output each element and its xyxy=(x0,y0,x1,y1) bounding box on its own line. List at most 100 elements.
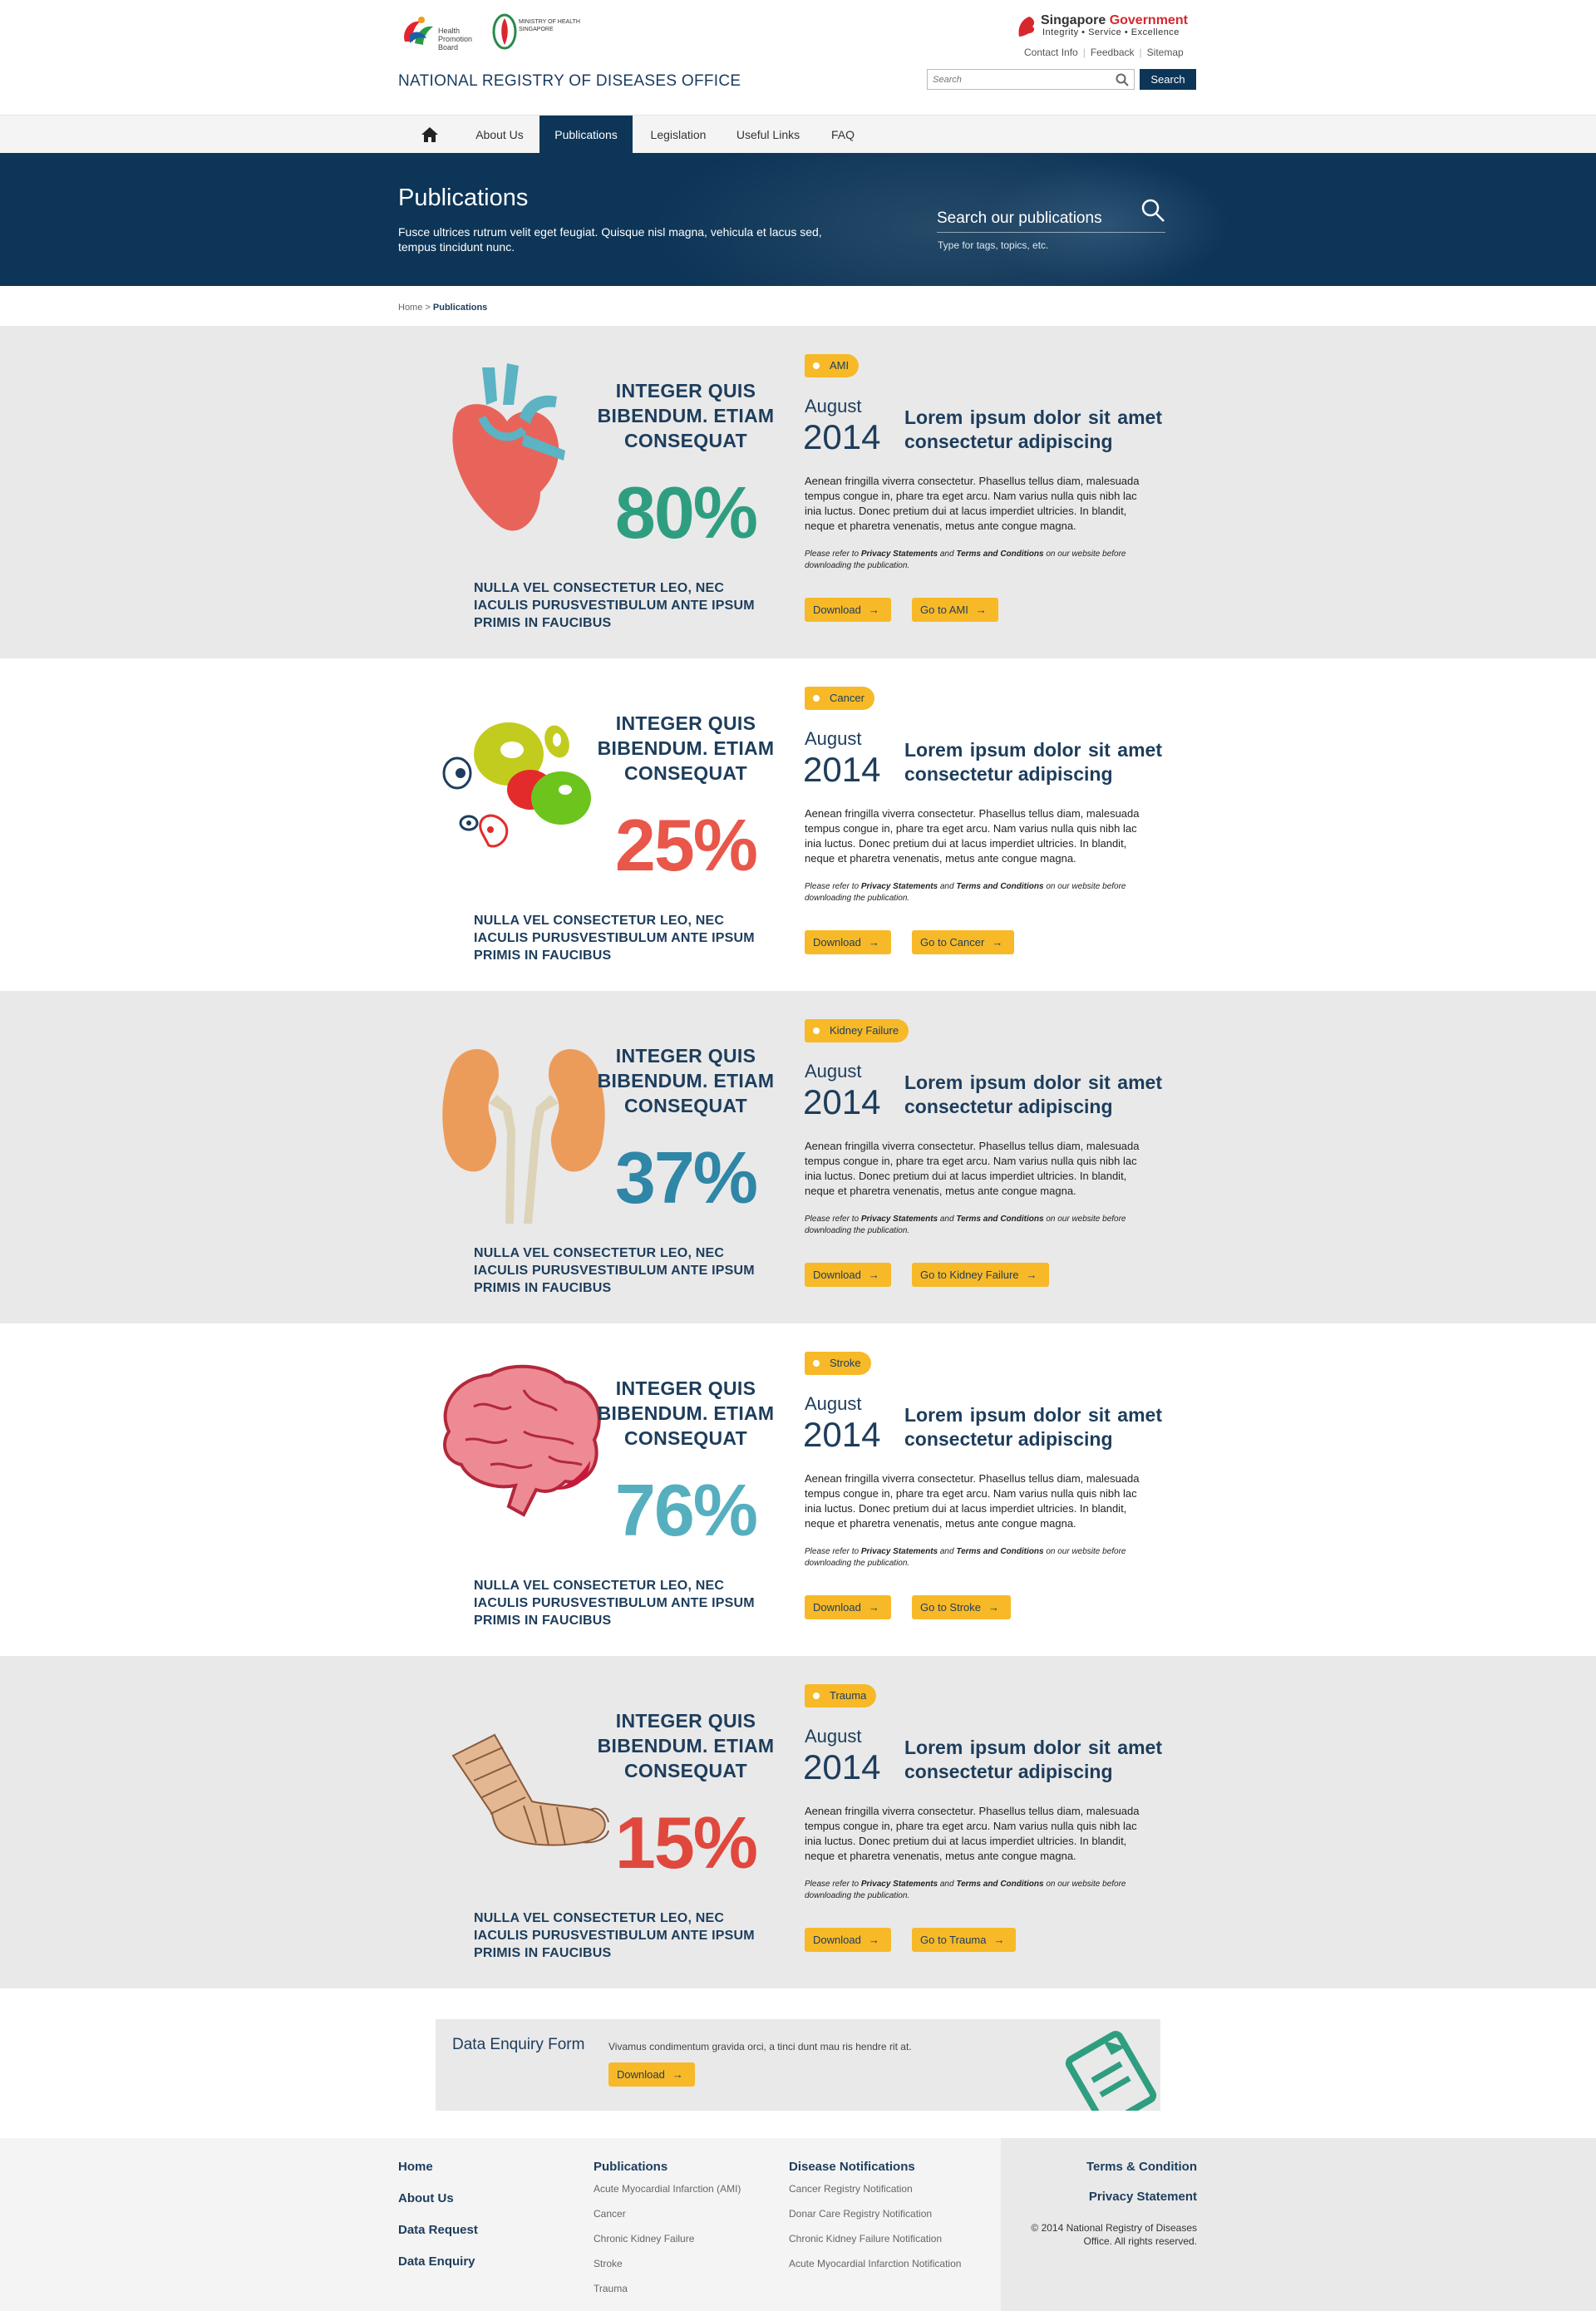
footer-link[interactable]: Acute Myocardial Infarction Notification xyxy=(789,2257,972,2270)
download-button[interactable]: Download → xyxy=(805,930,891,954)
download-button[interactable]: Download → xyxy=(805,1595,891,1619)
stat-heading: INTEGER QUIS BIBENDUM. ETIAM CONSEQUAT xyxy=(597,712,775,784)
footer-publications-heading[interactable]: Publications xyxy=(594,2160,741,2174)
sg-gov-title: Singapore Government xyxy=(1041,13,1188,28)
note-text: Please refer to xyxy=(805,549,861,559)
moh-logo[interactable]: MINISTRY OF HEALTH SINGAPORE xyxy=(492,13,584,52)
publication-year: 2014 xyxy=(803,417,881,456)
publication-description: Aenean fringilla viverra consectetur. Ph… xyxy=(805,475,1140,532)
footer-link[interactable]: Chronic Kidney Failure Notification xyxy=(789,2232,972,2245)
contact-info-link[interactable]: Contact Info xyxy=(1024,47,1078,58)
sitemap-link[interactable]: Sitemap xyxy=(1147,47,1184,58)
category-tag[interactable]: Trauma xyxy=(805,1684,877,1707)
singapore-government-logo[interactable]: Singapore Government Integrity • Service… xyxy=(1016,13,1199,40)
publication-title: Lorem ipsum dolor sit amet consectetur a… xyxy=(904,739,1162,785)
hpb-logo[interactable]: Health Promotion Board xyxy=(398,13,477,52)
footer-link[interactable]: Acute Myocardial Infarction (AMI) xyxy=(594,2182,741,2195)
download-button[interactable]: Download → xyxy=(805,598,891,622)
category-tag[interactable]: Kidney Failure xyxy=(805,1019,909,1042)
nav-useful-links[interactable]: Useful Links xyxy=(727,116,809,154)
publication-month: August xyxy=(805,396,862,416)
goto-label: Go to Kidney Failure xyxy=(920,1269,1019,1281)
privacy-statements-link[interactable]: Privacy Statements xyxy=(861,1880,938,1889)
footer-link[interactable]: Donar Care Registry Notification xyxy=(789,2207,972,2220)
category-tag[interactable]: Cancer xyxy=(805,687,874,710)
stat-value: 76% xyxy=(614,1469,758,1551)
header-search-input[interactable] xyxy=(928,70,1102,89)
publication-section-stroke: INTEGER QUIS BIBENDUM. ETIAM CONSEQUAT 7… xyxy=(0,1323,1596,1656)
note-text: Please refer to xyxy=(805,1547,861,1556)
enquiry-download-button[interactable]: Download → xyxy=(608,2062,695,2087)
privacy-statements-link[interactable]: Privacy Statements xyxy=(861,882,938,891)
note-text: and xyxy=(938,1215,957,1224)
nav-publications[interactable]: Publications xyxy=(539,116,633,154)
stat-value: 15% xyxy=(614,1801,758,1884)
download-button[interactable]: Download → xyxy=(805,1263,891,1287)
bandaged-foot-icon xyxy=(451,1733,609,1846)
privacy-statements-link[interactable]: Privacy Statements xyxy=(861,1215,938,1224)
publication-description: Aenean fringilla viverra consectetur. Ph… xyxy=(805,1140,1140,1197)
footer-main-links: Home About Us Data Request Data Enquiry xyxy=(398,2160,478,2286)
terms-conditions-link[interactable]: Terms and Conditions xyxy=(956,1215,1043,1224)
footer-link-data-request[interactable]: Data Request xyxy=(398,2223,478,2237)
hpb-logo-text: Health Promotion Board xyxy=(438,27,473,52)
tag-hole xyxy=(813,1360,820,1367)
footer-link[interactable]: Trauma xyxy=(594,2282,741,2295)
enquiry-download-label: Download xyxy=(617,2068,665,2081)
nav-faq[interactable]: FAQ xyxy=(820,116,866,154)
footer-link-about-us[interactable]: About Us xyxy=(398,2191,478,2205)
category-tag[interactable]: Stroke xyxy=(805,1352,871,1375)
terms-conditions-link[interactable]: Terms and Conditions xyxy=(956,1880,1043,1889)
terms-conditions-link[interactable]: Terms and Conditions xyxy=(956,882,1043,891)
privacy-statements-link[interactable]: Privacy Statements xyxy=(861,549,938,559)
goto-button[interactable]: Go to Stroke → xyxy=(912,1595,1011,1619)
terms-conditions-link[interactable]: Terms and Conditions xyxy=(956,549,1043,559)
tag-hole xyxy=(813,1027,820,1034)
breadcrumb-home[interactable]: Home xyxy=(398,303,422,313)
footer-notifications-heading[interactable]: Disease Notifications xyxy=(789,2160,972,2174)
download-button[interactable]: Download → xyxy=(805,1928,891,1952)
footer-link[interactable]: Cancer xyxy=(594,2207,741,2220)
site-title[interactable]: NATIONAL REGISTRY OF DISEASES OFFICE xyxy=(398,72,741,91)
publication-search-input[interactable] xyxy=(937,209,1136,228)
publication-title: Lorem ipsum dolor sit amet consectetur a… xyxy=(904,1737,1162,1782)
publication-section-trauma: INTEGER QUIS BIBENDUM. ETIAM CONSEQUAT 1… xyxy=(0,1656,1596,1988)
nav-home[interactable] xyxy=(413,116,446,154)
category-tag[interactable]: AMI xyxy=(805,354,860,377)
arrow-right-icon: → xyxy=(975,604,987,616)
privacy-statements-link[interactable]: Privacy Statements xyxy=(861,1547,938,1556)
publication-section-cancer: INTEGER QUIS BIBENDUM. ETIAM CONSEQUAT 2… xyxy=(0,658,1596,991)
search-icon[interactable] xyxy=(1140,198,1165,223)
goto-button[interactable]: Go to Trauma → xyxy=(912,1928,1017,1952)
footer-link-data-enquiry[interactable]: Data Enquiry xyxy=(398,2254,478,2269)
footer-publications-column: Publications Acute Myocardial Infarction… xyxy=(594,2160,741,2307)
goto-label: Go to Cancer xyxy=(920,936,985,949)
footer-terms-link[interactable]: Terms & Condition xyxy=(1086,2160,1197,2174)
search-icon[interactable] xyxy=(1116,73,1129,86)
goto-button[interactable]: Go to Cancer → xyxy=(912,930,1015,954)
nav-about-us[interactable]: About Us xyxy=(462,116,537,154)
publication-title: Lorem ipsum dolor sit amet consectetur a… xyxy=(904,1072,1162,1117)
footer-link[interactable]: Chronic Kidney Failure xyxy=(594,2232,741,2245)
goto-button[interactable]: Go to Kidney Failure → xyxy=(912,1263,1049,1287)
arrow-right-icon: → xyxy=(868,1934,879,1946)
utility-links: Contact Info | Feedback | Sitemap xyxy=(1024,47,1184,58)
publication-title: Lorem ipsum dolor sit amet consectetur a… xyxy=(904,407,1162,452)
footer-link[interactable]: Cancer Registry Notification xyxy=(789,2182,972,2195)
note-text: and xyxy=(938,1880,957,1889)
stat-heading: INTEGER QUIS BIBENDUM. ETIAM CONSEQUAT xyxy=(597,380,775,451)
arrow-right-icon: → xyxy=(1026,1269,1037,1281)
download-label: Download xyxy=(813,1601,861,1614)
enquiry-title: Data Enquiry Form xyxy=(452,2036,585,2053)
feedback-link[interactable]: Feedback xyxy=(1091,47,1135,58)
terms-conditions-link[interactable]: Terms and Conditions xyxy=(956,1547,1043,1556)
footer-link-home[interactable]: Home xyxy=(398,2160,478,2174)
footer-link[interactable]: Stroke xyxy=(594,2257,741,2270)
arrow-right-icon: → xyxy=(868,936,879,949)
publication-description: Aenean fringilla viverra consectetur. Ph… xyxy=(805,1805,1140,1862)
nav-legislation[interactable]: Legislation xyxy=(640,116,717,154)
goto-button[interactable]: Go to AMI → xyxy=(912,598,998,622)
header-search-button[interactable]: Search xyxy=(1140,69,1196,90)
tag-label: Cancer xyxy=(830,692,864,704)
footer-privacy-link[interactable]: Privacy Statement xyxy=(1086,2190,1197,2204)
